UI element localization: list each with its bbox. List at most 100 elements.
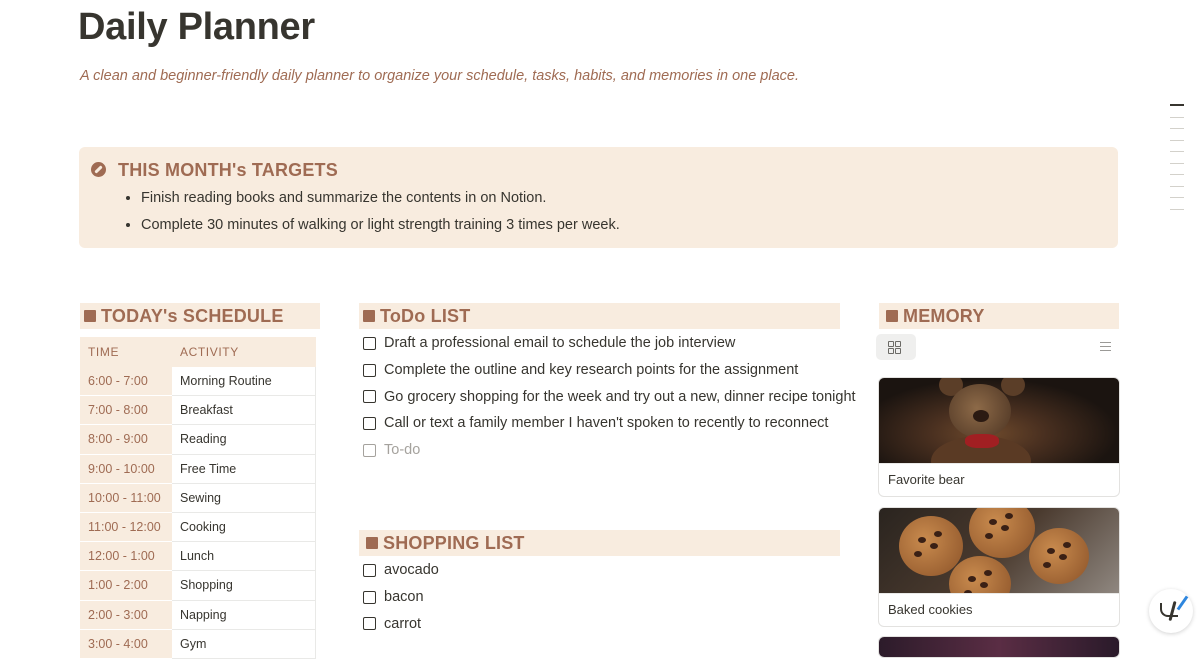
activity-cell[interactable]: Morning Routine [172,367,316,397]
column-header-time[interactable]: TIME [80,337,172,367]
todo-item-text[interactable]: Call or text a family member I haven't s… [384,415,828,431]
page-outline[interactable] [1170,104,1184,220]
grid-icon [888,348,894,354]
time-cell[interactable]: 1:00 - 2:00 [80,571,172,601]
memory-card[interactable]: Favorite bear [878,377,1120,497]
outline-item[interactable] [1170,208,1184,210]
todo-title: ToDo LIST [380,306,471,326]
target-item: Finish reading books and summarize the c… [141,188,620,215]
activity-cell[interactable]: Shopping [172,571,316,601]
table-row[interactable]: 10:00 - 11:00 Sewing [80,483,316,513]
outline-item[interactable] [1170,197,1184,198]
schedule-heading: TODAY's SCHEDULE [80,303,320,329]
todo-item[interactable]: Draft a professional email to schedule t… [363,330,856,357]
todo-item-text[interactable]: Draft a professional email to schedule t… [384,335,735,351]
activity-cell[interactable]: Napping [172,600,316,630]
checkbox[interactable] [363,563,376,577]
shopping-item[interactable]: avocado [363,557,439,584]
activity-cell[interactable]: Free Time [172,454,316,484]
table-row[interactable]: 8:00 - 9:00 Reading [80,425,316,455]
schedule-table: TIME ACTIVITY 6:00 - 7:00 Morning Routine… [80,337,316,659]
square-icon [886,310,898,322]
time-cell[interactable]: 9:00 - 10:00 [80,454,172,484]
shopping-list: avocado bacon carrot [363,557,439,637]
outline-item[interactable] [1170,162,1184,164]
memory-title: MEMORY [903,306,985,326]
card-image [879,637,1119,657]
todo-item[interactable]: Complete the outline and key research po… [363,357,856,384]
outline-item[interactable] [1170,139,1184,141]
time-cell[interactable]: 8:00 - 9:00 [80,425,172,455]
card-caption: Baked cookies [879,593,1119,626]
table-row[interactable]: 12:00 - 1:00 Lunch [80,542,316,572]
todo-new-item[interactable]: To-do [363,437,856,464]
outline-item[interactable] [1170,185,1184,187]
gallery-view-button[interactable] [876,334,916,360]
pen-icon [1176,595,1189,611]
outline-item[interactable] [1170,104,1184,106]
time-cell[interactable]: 10:00 - 11:00 [80,483,172,513]
checkbox[interactable] [363,363,376,377]
todo-list: Draft a professional email to schedule t… [363,330,856,463]
todo-heading: ToDo LIST [359,303,840,329]
checkbox[interactable] [363,390,376,404]
time-cell[interactable]: 6:00 - 7:00 [80,367,172,397]
checkbox[interactable] [363,443,376,457]
activity-cell[interactable]: Sewing [172,483,316,513]
shopping-title: SHOPPING LIST [383,533,525,553]
shopping-heading: SHOPPING LIST [359,530,840,556]
cookies-image [879,508,1119,593]
table-row[interactable]: 3:00 - 4:00 Gym [80,629,316,659]
checkbox[interactable] [363,416,376,430]
help-assistant-avatar[interactable] [1149,589,1193,633]
time-cell[interactable]: 3:00 - 4:00 [80,629,172,659]
targets-title: THIS MONTH's TARGETS [118,160,338,180]
activity-cell[interactable]: Lunch [172,542,316,572]
grid-icon [895,348,901,354]
column-header-activity[interactable]: ACTIVITY [172,337,239,367]
table-row[interactable]: 2:00 - 3:00 Napping [80,600,316,630]
page-subtitle: A clean and beginner-friendly daily plan… [80,68,799,84]
activity-cell[interactable]: Gym [172,629,316,659]
shopping-item[interactable]: carrot [363,610,439,637]
checkbox[interactable] [363,617,376,631]
todo-item[interactable]: Call or text a family member I haven't s… [363,410,856,437]
todo-item[interactable]: Go grocery shopping for the week and try… [363,383,856,410]
time-cell[interactable]: 12:00 - 1:00 [80,542,172,572]
table-row[interactable]: 7:00 - 8:00 Breakfast [80,396,316,426]
time-cell[interactable]: 11:00 - 12:00 [80,512,172,543]
filter-settings-icon[interactable] [1100,342,1111,352]
targets-callout: THIS MONTH's TARGETS Finish reading book… [79,147,1118,248]
bear-image [879,378,1119,463]
todo-item-text[interactable]: Complete the outline and key research po… [384,362,798,378]
outline-item[interactable] [1170,151,1184,152]
table-row[interactable]: 9:00 - 10:00 Free Time [80,454,316,484]
table-row[interactable]: 6:00 - 7:00 Morning Routine [80,367,316,397]
time-cell[interactable]: 7:00 - 8:00 [80,396,172,426]
page-title: Daily Planner [78,6,315,48]
memory-card[interactable]: Baked cookies [878,507,1120,627]
schedule-title: TODAY's SCHEDULE [101,306,284,326]
todo-item-text[interactable]: Go grocery shopping for the week and try… [384,389,856,405]
table-row[interactable]: 1:00 - 2:00 Shopping [80,571,316,601]
checkbox[interactable] [363,590,376,604]
square-icon [363,310,375,322]
activity-cell[interactable]: Cooking [172,512,316,543]
outline-item[interactable] [1170,116,1184,118]
table-row[interactable]: 11:00 - 12:00 Cooking [80,512,316,543]
memory-card[interactable] [878,636,1120,658]
activity-cell[interactable]: Reading [172,425,316,455]
shopping-item-text[interactable]: carrot [384,616,421,632]
shopping-item-text[interactable]: bacon [384,589,424,605]
activity-cell[interactable]: Breakfast [172,396,316,426]
square-icon [84,310,96,322]
time-cell[interactable]: 2:00 - 3:00 [80,600,172,630]
shopping-item-text[interactable]: avocado [384,562,439,578]
outline-item[interactable] [1170,128,1184,129]
grid-icon [895,341,901,347]
todo-placeholder[interactable]: To-do [384,442,420,458]
shopping-item[interactable]: bacon [363,584,439,611]
checkbox[interactable] [363,336,376,350]
memory-heading: MEMORY [879,303,1119,329]
outline-item[interactable] [1170,174,1184,175]
